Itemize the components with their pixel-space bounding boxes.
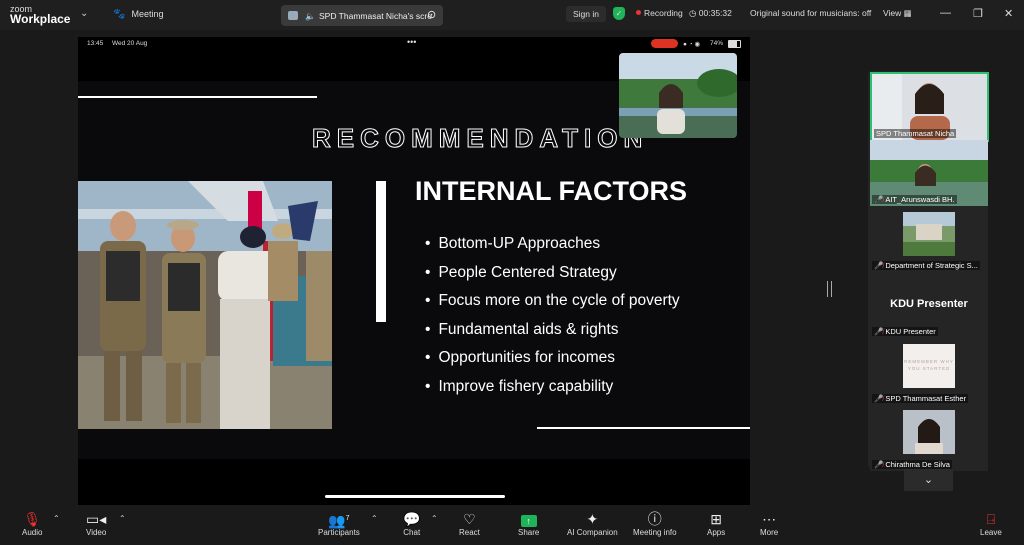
paw-icon: 🐾 xyxy=(113,9,126,20)
participant-tile[interactable]: SPD Thammasat Nicha xyxy=(870,72,989,142)
share-button[interactable]: ↑ Share xyxy=(518,510,539,537)
zoom-logo[interactable]: zoom Workplace xyxy=(10,4,70,25)
slide-heading: INTERNAL FACTORS xyxy=(415,176,688,206)
audio-button[interactable]: 🎙 Audio xyxy=(22,510,42,537)
chat-button[interactable]: 💬 Chat xyxy=(403,510,420,537)
info-icon: ⓘ xyxy=(647,511,662,527)
leave-icon: ⍈ xyxy=(986,511,996,527)
leave-button[interactable]: ⍈ Leave xyxy=(980,510,1002,537)
chat-options-caret[interactable]: ⌃ xyxy=(431,514,438,523)
participant-name: 🎤̸ Department of Strategic S... xyxy=(872,261,980,270)
scroll-down-button[interactable]: ⌄ xyxy=(904,469,953,491)
meeting-tab[interactable]: 🐾 Meeting xyxy=(113,9,163,20)
heart-icon: ♡ xyxy=(463,511,476,527)
bullet-item: Bottom-UP Approaches xyxy=(425,234,680,263)
slide-bullet-list: Bottom-UP Approaches People Centered Str… xyxy=(425,234,680,406)
meeting-timer: ◷ 00:35:32 xyxy=(689,8,732,18)
audio-options-caret[interactable]: ⌃ xyxy=(53,514,60,523)
bullet-item: Fundamental aids & rights xyxy=(425,320,680,349)
grid-icon: ▦ xyxy=(903,8,912,18)
home-indicator xyxy=(325,495,505,498)
presenter-video-image xyxy=(619,53,737,138)
more-button[interactable]: ⋯ More xyxy=(760,510,778,537)
participants-count: 7 xyxy=(345,515,350,522)
participant-name: 🎤̸ KDU Presenter xyxy=(872,327,938,336)
battery-icon xyxy=(728,40,741,48)
slide-rule-top xyxy=(78,96,317,98)
chevron-down-icon[interactable]: ⌄ xyxy=(80,8,88,19)
participant-tile[interactable]: 🎤̸ Department of Strategic S... xyxy=(870,206,988,272)
meeting-toolbar: 🎙 Audio ⌃ ▭◂ Video ⌃ 👥7 Participants ⌃ 💬… xyxy=(0,505,1024,545)
presenter-video-overlay[interactable] xyxy=(619,53,737,138)
participant-tile[interactable]: KDU Presenter 🎤̸ KDU Presenter xyxy=(870,272,988,338)
share-screen-icon: ↑ xyxy=(518,510,539,528)
participant-big-label: KDU Presenter xyxy=(890,298,968,310)
recording-indicator[interactable]: Recording xyxy=(636,8,683,18)
participants-options-caret[interactable]: ⌃ xyxy=(371,514,378,523)
speaker-icon: 🔈 xyxy=(305,11,316,21)
participant-name: 🎤̸ Chirathma De Silva xyxy=(872,460,952,469)
share-tab-title: SPD Thammasat Nicha's scre xyxy=(319,11,432,21)
slide-photo xyxy=(78,181,332,429)
participants-icon: 👥7 xyxy=(328,512,350,529)
mic-muted-icon: 🎤̸ xyxy=(874,261,884,270)
more-options-icon[interactable]: ⊙ xyxy=(427,8,436,21)
slide-title: RECOMMENDATION xyxy=(311,123,649,154)
react-button[interactable]: ♡ React xyxy=(459,510,480,537)
participant-name: SPD Thammasat Nicha xyxy=(874,129,957,138)
clock-icon: ◷ xyxy=(689,8,699,18)
original-sound-toggle[interactable]: Original sound for musicians: off xyxy=(750,8,871,18)
screen-record-icon xyxy=(651,39,678,48)
chat-icon: 💬 xyxy=(403,511,421,527)
crew-photo-image xyxy=(78,181,332,429)
participant-name: 🎤̸ AIT_Arunswasdi BH. xyxy=(872,195,957,204)
record-dot-icon xyxy=(636,10,641,15)
participant-tile[interactable]: REMEMBER WHY YOU STARTED 🎤̸ SPD Thammasat… xyxy=(870,339,988,405)
bullet-item: People Centered Strategy xyxy=(425,263,680,292)
chevron-down-icon: ⌄ xyxy=(923,474,934,486)
mic-muted-icon: 🎤̸ xyxy=(874,394,884,403)
mic-muted-icon: 🎤̸ xyxy=(874,195,884,204)
mic-muted-icon: 🎤̸ xyxy=(874,460,884,469)
sign-in-button[interactable]: Sign in xyxy=(566,6,606,22)
view-button[interactable]: View ▦ xyxy=(883,8,912,19)
bullet-item: Improve fishery capability xyxy=(425,377,680,406)
shield-icon[interactable]: ✓ xyxy=(613,7,625,20)
meeting-info-button[interactable]: ⓘ Meeting info xyxy=(633,510,677,537)
screen-thumb-icon xyxy=(288,11,298,20)
ipad-status-bar: 13:45 Wed 20 Aug ••• ● ◔ ◉ 74% xyxy=(78,37,750,51)
participant-tile[interactable]: 🎤̸ AIT_Arunswasdi BH. xyxy=(870,140,988,206)
sparkle-icon: ✦ xyxy=(586,511,599,527)
shared-screen: 13:45 Wed 20 Aug ••• ● ◔ ◉ 74% RECOMMEND… xyxy=(78,37,750,505)
participants-button[interactable]: 👥7 Participants xyxy=(318,510,360,537)
apps-button[interactable]: ⊞ Apps xyxy=(707,510,725,537)
apps-icon: ⊞ xyxy=(710,511,722,527)
mic-muted-icon: 🎙 xyxy=(23,511,42,527)
participant-avatar-card: REMEMBER WHY YOU STARTED xyxy=(903,344,955,388)
participant-tile[interactable]: 🎤̸ Chirathma De Silva xyxy=(870,405,988,471)
slide-accent-bar xyxy=(376,181,386,322)
share-screen-tab[interactable]: 🔈 SPD Thammasat Nicha's scre ⊙ xyxy=(281,5,443,26)
participant-name: 🎤̸ SPD Thammasat Esther xyxy=(872,394,969,403)
bullet-item: Opportunities for incomes xyxy=(425,348,680,377)
title-bar: zoom Workplace ⌄ 🐾 Meeting 🔈 SPD Thammasa… xyxy=(0,0,1024,30)
wifi-icon: ● ◔ ◉ xyxy=(683,41,701,48)
ai-companion-button[interactable]: ✦ AI Companion xyxy=(567,510,618,537)
close-icon[interactable]: ✕ xyxy=(1004,7,1013,20)
restore-icon[interactable]: ❐ xyxy=(973,7,983,20)
mic-muted-icon: 🎤̸ xyxy=(874,327,884,336)
bullet-item: Focus more on the cycle of poverty xyxy=(425,291,679,320)
dots-icon: ••• xyxy=(407,37,417,47)
video-options-caret[interactable]: ⌃ xyxy=(119,514,126,523)
panel-resize-handle[interactable] xyxy=(827,281,832,297)
more-dots-icon: ⋯ xyxy=(762,511,777,527)
video-camera-icon: ▭◂ xyxy=(86,511,107,527)
minimize-icon[interactable]: — xyxy=(940,7,951,19)
slide-rule-bottom xyxy=(537,427,750,429)
video-button[interactable]: ▭◂ Video xyxy=(86,510,106,537)
